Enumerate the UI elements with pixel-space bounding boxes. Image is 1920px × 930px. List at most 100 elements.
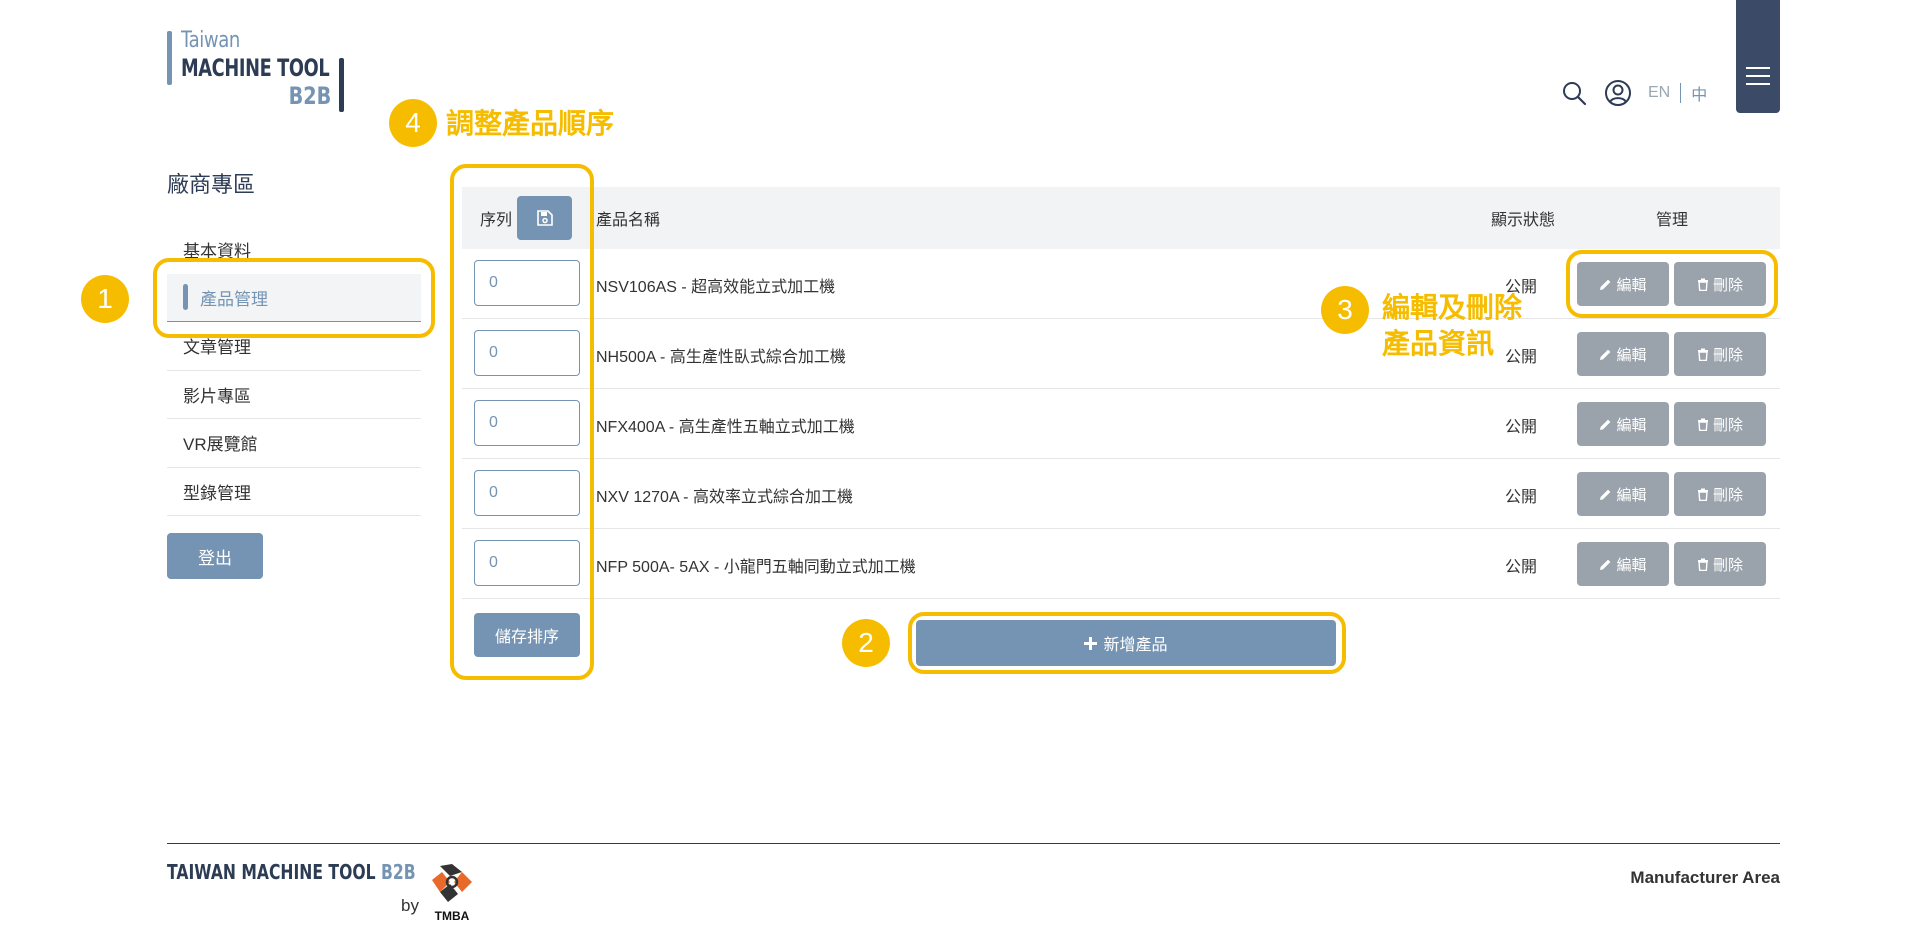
delete-label: 刪除 (1712, 556, 1743, 574)
edit-button[interactable]: 編輯 (1577, 332, 1669, 376)
sidebar-item-video-area[interactable]: 影片專區 (167, 371, 421, 419)
header-status: 顯示狀態 (1491, 212, 1556, 229)
annotation-badge-2: 2 (842, 619, 890, 667)
annotation-text-3-line1: 編輯及刪除 (1382, 292, 1523, 323)
trash-icon (1697, 278, 1708, 291)
footer-brand-b2b: B2B (380, 860, 416, 884)
pencil-icon (1600, 279, 1611, 290)
edit-label: 編輯 (1616, 276, 1647, 294)
hamburger-menu-button[interactable] (1736, 0, 1780, 113)
table-row: NFX400A - 高生產性五軸立式加工機 公開 編輯 刪除 (462, 389, 1780, 459)
edit-label: 編輯 (1616, 486, 1647, 504)
edit-button[interactable]: 編輯 (1577, 472, 1669, 516)
table-header: 序列 產品名稱 顯示狀態 管理 (462, 187, 1780, 249)
add-product-button[interactable]: 新增產品 (916, 620, 1336, 666)
annotation-text-4: 調整產品順序 (446, 108, 615, 139)
trash-icon (1697, 418, 1708, 431)
logo-bar-left (167, 31, 172, 85)
footer-brand: TAIWAN MACHINE TOOL B2B (167, 860, 416, 884)
table-row: NH500A - 高生產性臥式綜合加工機 公開 編輯 刪除 (462, 319, 1780, 389)
product-name: NXV 1270A - 高效率立式綜合加工機 (596, 489, 853, 506)
hamburger-menu-icon (1746, 67, 1770, 85)
logo-text-taiwan: Taiwan (181, 28, 240, 53)
table-row: NXV 1270A - 高效率立式綜合加工機 公開 編輯 刪除 (462, 459, 1780, 529)
delete-button[interactable]: 刪除 (1674, 402, 1766, 446)
status-text: 公開 (1505, 559, 1538, 576)
logout-button[interactable]: 登出 (167, 533, 263, 579)
pencil-icon (1600, 489, 1611, 500)
delete-label: 刪除 (1712, 346, 1743, 364)
delete-label: 刪除 (1712, 276, 1743, 294)
product-name: NFX400A - 高生產性五軸立式加工機 (596, 419, 855, 436)
edit-label: 編輯 (1616, 416, 1647, 434)
status-text: 公開 (1505, 419, 1538, 436)
table-row: NSV106AS - 超高效能立式加工機 公開 編輯 刪除 (462, 249, 1780, 319)
save-order-button[interactable]: 儲存排序 (474, 613, 580, 657)
lang-divider (1680, 83, 1682, 103)
tmba-logo-text: TMBA (435, 909, 470, 922)
search-icon[interactable] (1560, 79, 1588, 107)
delete-button[interactable]: 刪除 (1674, 332, 1766, 376)
header-seq: 序列 (480, 212, 513, 229)
annotation-badge-3: 3 (1321, 286, 1369, 334)
footer-manufacturer-area[interactable]: Manufacturer Area (1620, 868, 1780, 888)
logo-text-machine-tool: MACHINE TOOL (181, 54, 330, 82)
table-row: NFP 500A- 5AX - 小龍門五軸同動立式加工機 公開 編輯 刪除 (462, 529, 1780, 599)
pencil-icon (1600, 349, 1611, 360)
save-order-icon-button[interactable] (517, 196, 572, 240)
logo-bar-right (339, 58, 344, 112)
edit-button[interactable]: 編輯 (1577, 262, 1669, 306)
sidebar-item-basic-info[interactable]: 基本資料 (167, 225, 421, 274)
pencil-icon (1600, 559, 1611, 570)
trash-icon (1697, 348, 1708, 361)
delete-button[interactable]: 刪除 (1674, 472, 1766, 516)
logo-text-b2b: B2B (288, 82, 331, 110)
lang-zh-link[interactable]: 中 (1691, 81, 1707, 105)
header-tools: EN 中 (1560, 78, 1707, 108)
seq-input[interactable] (474, 540, 580, 586)
edit-button[interactable]: 編輯 (1577, 542, 1669, 586)
annotation-badge-4: 4 (389, 99, 437, 147)
edit-label: 編輯 (1616, 346, 1647, 364)
footer-divider (167, 843, 1780, 844)
edit-label: 編輯 (1616, 556, 1647, 574)
seq-input[interactable] (474, 400, 580, 446)
product-table: 序列 產品名稱 顯示狀態 管理 NSV106AS - 超高效能立式加工機 公開 … (462, 187, 1780, 599)
pencil-icon (1600, 419, 1611, 430)
status-text: 公開 (1505, 349, 1538, 366)
seq-input[interactable] (474, 260, 580, 306)
product-name: NH500A - 高生產性臥式綜合加工機 (596, 349, 846, 366)
trash-icon (1697, 488, 1708, 501)
lang-en-link[interactable]: EN (1648, 84, 1670, 102)
add-product-label: 新增產品 (1103, 637, 1168, 654)
site-logo[interactable]: Taiwan MACHINE TOOL B2B (167, 28, 347, 114)
delete-label: 刪除 (1712, 486, 1743, 504)
footer-brand-text: TAIWAN MACHINE TOOL (167, 860, 376, 884)
product-name: NSV106AS - 超高效能立式加工機 (596, 279, 836, 296)
seq-input[interactable] (474, 330, 580, 376)
plus-icon (1084, 636, 1098, 650)
header-name: 產品名稱 (596, 212, 661, 229)
delete-button[interactable]: 刪除 (1674, 542, 1766, 586)
annotation-badge-1: 1 (81, 275, 129, 323)
seq-input[interactable] (474, 470, 580, 516)
sidebar-item-product-management[interactable]: 產品管理 (167, 273, 421, 322)
delete-label: 刪除 (1712, 416, 1743, 434)
sidebar-item-catalog-management[interactable]: 型錄管理 (167, 468, 421, 516)
status-text: 公開 (1505, 489, 1538, 506)
delete-button[interactable]: 刪除 (1674, 262, 1766, 306)
user-icon[interactable] (1604, 79, 1632, 107)
annotation-text-3-line2: 產品資訊 (1382, 328, 1495, 359)
trash-icon (1697, 558, 1708, 571)
footer-by-text: by (401, 896, 419, 915)
sidebar-item-vr-hall[interactable]: VR展覽館 (167, 419, 421, 468)
sidebar-item-article-management[interactable]: 文章管理 (167, 322, 421, 371)
header-manage: 管理 (1656, 212, 1689, 229)
tmba-logo[interactable]: TMBA (428, 862, 476, 923)
floppy-disk-icon (536, 210, 553, 226)
sidebar-title: 廠商專區 (167, 172, 256, 197)
sidebar-nav: 基本資料 產品管理 文章管理 影片專區 VR展覽館 型錄管理 (167, 225, 421, 516)
product-name: NFP 500A- 5AX - 小龍門五軸同動立式加工機 (596, 559, 916, 576)
sidebar-item-label: 產品管理 (200, 289, 268, 309)
edit-button[interactable]: 編輯 (1577, 402, 1669, 446)
